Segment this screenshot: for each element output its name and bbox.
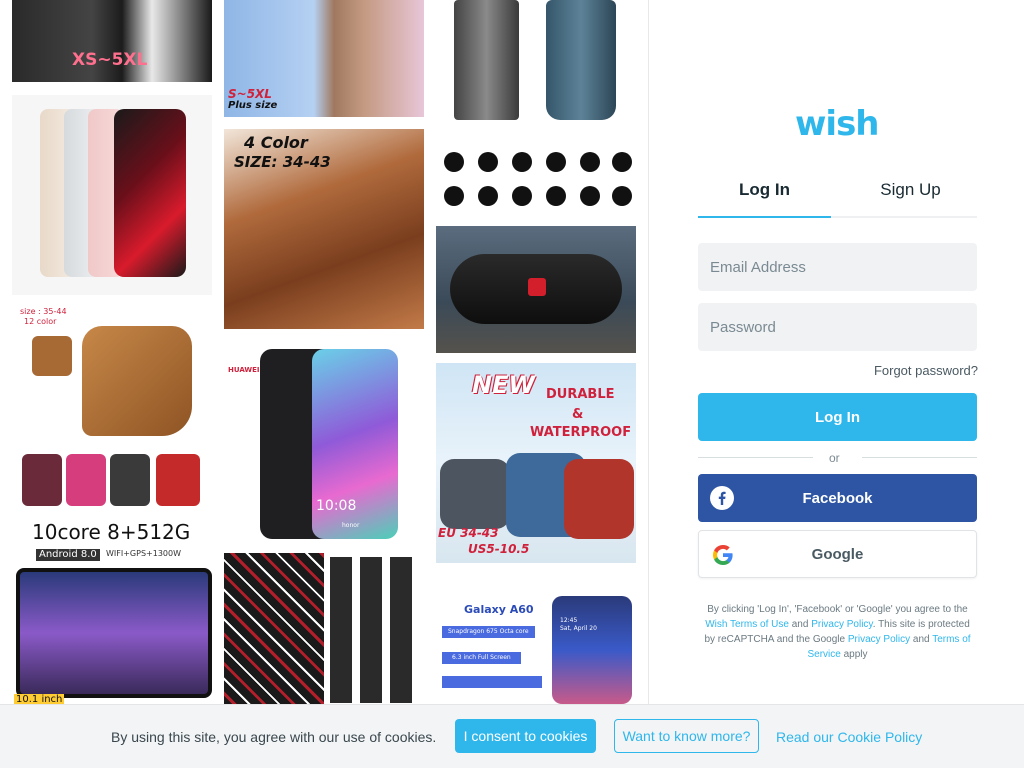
screen-label: 6.3 inch Full Screen bbox=[442, 652, 521, 664]
color-count-label: 12 color bbox=[24, 317, 57, 326]
cookie-policy-link[interactable]: Read our Cookie Policy bbox=[776, 729, 922, 745]
model-label: honor bbox=[342, 522, 360, 529]
privacy-policy-link[interactable]: Privacy Policy bbox=[811, 619, 873, 630]
password-input[interactable] bbox=[710, 318, 977, 336]
size-range-label: SIZE: 34-43 bbox=[234, 153, 331, 171]
bottle-image bbox=[454, 0, 519, 120]
us-size-label: US5-10.5 bbox=[468, 542, 530, 556]
email-input[interactable] bbox=[710, 258, 977, 276]
screen-size-label: 10.1 inch bbox=[14, 694, 65, 704]
google-icon bbox=[713, 545, 733, 565]
facebook-button-label: Facebook bbox=[802, 489, 873, 507]
forgot-password-link[interactable]: Forgot password? bbox=[874, 363, 978, 378]
log-in-button-label: Log In bbox=[815, 408, 860, 426]
product-tile-ankle-boots[interactable]: 4 Color SIZE: 34-43 bbox=[224, 129, 424, 329]
screen-time: 10:08 bbox=[316, 498, 357, 514]
brand-label: HUAWEI bbox=[228, 366, 260, 374]
product-tile-ugg-boots[interactable]: size : 35-44 12 color bbox=[12, 306, 212, 512]
product-tile-winter-boots[interactable]: NEW DURABLE & WATERPROOF EU 34-43 US5-10… bbox=[436, 363, 636, 563]
legal-line: by reCAPTCHA and the Google bbox=[704, 634, 846, 645]
facebook-icon bbox=[710, 486, 734, 510]
google-login-button[interactable]: Google bbox=[698, 530, 977, 578]
product-tile-iphone[interactable] bbox=[12, 95, 212, 295]
spec-label: 10core 8+512G bbox=[32, 520, 191, 544]
eu-size-label: EU 34-43 bbox=[438, 526, 499, 540]
divider bbox=[862, 457, 977, 458]
consent-button-label: I consent to cookies bbox=[463, 728, 588, 744]
tab-sign-up[interactable]: Sign Up bbox=[844, 180, 977, 218]
os-label: Android 8.0 bbox=[36, 549, 100, 561]
product-tile-tablet[interactable]: 10core 8+512G Android 8.0 WIFI+GPS+1300W… bbox=[12, 518, 212, 704]
tab-label: Log In bbox=[739, 180, 790, 199]
size-range-label: XS~5XL bbox=[72, 50, 148, 70]
durable-label: DURABLE bbox=[546, 387, 615, 402]
product-tile-honor-phone[interactable]: HUAWEI 10:08 honor bbox=[224, 341, 424, 541]
ampersand-label: & bbox=[572, 407, 584, 422]
tab-underline-active bbox=[698, 216, 831, 218]
product-tile-sweater[interactable]: S~5XL Plus size bbox=[224, 0, 424, 117]
page: XS~5XL S~5XL Plus size 4 Color SIZE: 34-… bbox=[0, 0, 1024, 768]
product-tile-speaker[interactable] bbox=[436, 226, 636, 353]
legal-line: By clicking 'Log In', 'Facebook' or 'Goo… bbox=[707, 604, 968, 615]
product-tile-speaker-bottle[interactable] bbox=[436, 0, 636, 213]
waterproof-label: WATERPROOF bbox=[530, 425, 632, 440]
login-panel: wish Log In Sign Up Forgot password? Log… bbox=[648, 0, 1024, 768]
learn-more-label: Want to know more? bbox=[622, 728, 751, 744]
terms-of-use-link[interactable]: Wish Terms of Use bbox=[705, 619, 789, 630]
new-badge: NEW bbox=[472, 371, 535, 399]
divider bbox=[698, 457, 813, 458]
email-field bbox=[698, 243, 977, 291]
cookie-notice-text: By using this site, you agree with our u… bbox=[111, 729, 437, 745]
google-privacy-policy-link[interactable]: Privacy Policy bbox=[848, 634, 910, 645]
feature-icons bbox=[440, 150, 632, 210]
product-tile-galaxy-phone[interactable]: Galaxy A60 Snapdragon 675 Octa core 6.3 … bbox=[436, 576, 636, 704]
facebook-login-button[interactable]: Facebook bbox=[698, 474, 977, 522]
tab-underline bbox=[831, 216, 977, 218]
extra-spec-label: WIFI+GPS+1300W bbox=[106, 549, 182, 558]
color-count-label: 4 Color bbox=[244, 133, 308, 152]
screen-date: Sat, April 20 bbox=[560, 625, 597, 632]
password-field bbox=[698, 303, 977, 351]
size-range-label: S~5XL bbox=[228, 87, 272, 101]
legal-conjunction: and bbox=[791, 619, 809, 630]
log-in-button[interactable]: Log In bbox=[698, 393, 977, 441]
legal-line: . This site is protected bbox=[872, 619, 970, 630]
plus-size-label: Plus size bbox=[228, 100, 278, 111]
google-service-link[interactable]: Service bbox=[807, 649, 840, 660]
screen-time: 12:45 bbox=[560, 617, 578, 624]
model-label: Galaxy A60 bbox=[464, 603, 534, 616]
chip-label: Snapdragon 675 Octa core bbox=[442, 626, 535, 638]
tab-log-in[interactable]: Log In bbox=[698, 180, 831, 218]
wish-logo: wish bbox=[795, 104, 880, 144]
bottle-image bbox=[546, 0, 616, 120]
legal-conjunction: and bbox=[912, 634, 930, 645]
or-label: or bbox=[829, 451, 840, 465]
consent-cookies-button[interactable]: I consent to cookies bbox=[455, 719, 596, 753]
product-tile-dresses[interactable] bbox=[224, 553, 424, 707]
google-terms-link[interactable]: Terms of bbox=[932, 634, 970, 645]
legal-line: apply bbox=[843, 649, 868, 660]
product-tile-hoodie[interactable]: XS~5XL bbox=[12, 0, 212, 82]
legal-text: By clicking 'Log In', 'Facebook' or 'Goo… bbox=[698, 602, 977, 662]
size-range-label: size : 35-44 bbox=[20, 307, 67, 316]
tab-label: Sign Up bbox=[880, 180, 941, 199]
google-button-label: Google bbox=[811, 545, 864, 563]
cookie-learn-more-button[interactable]: Want to know more? bbox=[614, 719, 759, 753]
